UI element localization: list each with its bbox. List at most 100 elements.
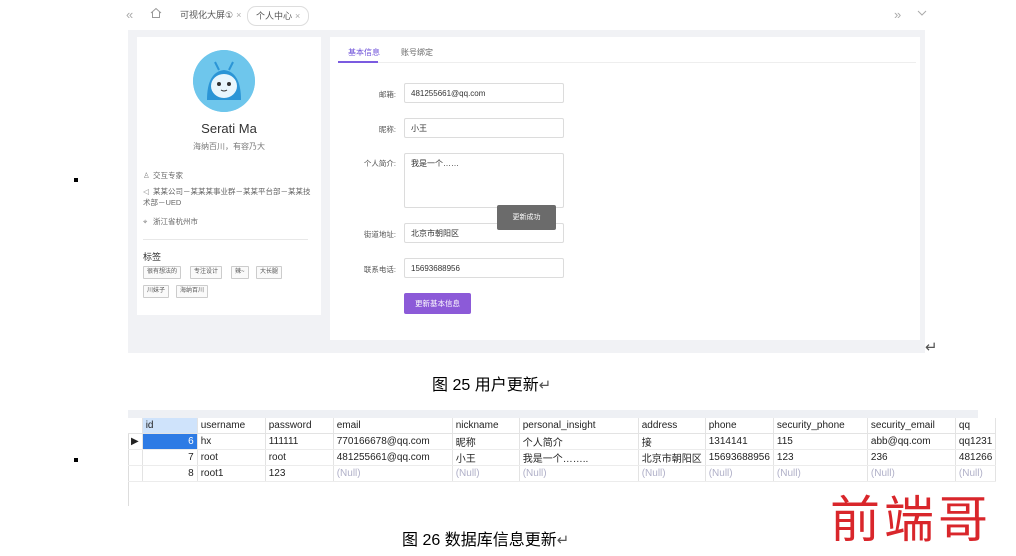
profile-motto: 海纳百川，有容乃大 <box>193 142 265 151</box>
bio-label: 个人简介: <box>363 159 396 168</box>
table-cell[interactable]: 770166678@qq.com <box>333 433 453 450</box>
tag: 海纳百川 <box>176 285 209 298</box>
table-row[interactable]: ▶ 6 hx 111111 770166678@qq.com 昵称 个人简介 接… <box>128 433 997 450</box>
address-label: 街道地址: <box>363 230 396 239</box>
table-cell[interactable]: 481266 <box>955 449 997 466</box>
table-cell[interactable]: (Null) <box>638 465 706 482</box>
table-cell[interactable]: (Null) <box>519 465 639 482</box>
table-cell[interactable]: 15693688956 <box>705 449 774 466</box>
divider <box>143 239 308 240</box>
table-cell[interactable]: (Null) <box>333 465 453 482</box>
phone-label: 联系电话: <box>363 265 396 274</box>
column-header[interactable]: address <box>638 418 706 434</box>
table-cell[interactable]: 1314141 <box>705 433 774 450</box>
tab-underline-base <box>338 62 916 63</box>
avatar <box>193 50 255 112</box>
table-row[interactable]: 7 root root 481255661@qq.com 小王 我是一个……..… <box>128 449 997 466</box>
info-group: ◁ 某某公司－某某某事业群－某某平台部－某某技术部－UED <box>143 186 313 208</box>
info-group-text: 某某公司－某某某事业群－某某平台部－某某技术部－UED <box>143 187 311 207</box>
table-cell[interactable]: 115 <box>773 433 868 450</box>
table-cell[interactable]: 7 <box>142 449 198 466</box>
table-cell[interactable]: 481255661@qq.com <box>333 449 453 466</box>
figure-caption-text: 图 25 用户更新 <box>432 377 539 394</box>
column-header[interactable]: email <box>333 418 453 434</box>
tag: 专注设计 <box>190 266 223 279</box>
close-icon[interactable]: × <box>236 10 241 20</box>
row-indicator <box>128 449 143 466</box>
tab-basic-info[interactable]: 基本信息 <box>348 47 380 58</box>
column-header[interactable]: password <box>265 418 334 434</box>
email-field[interactable]: 481255661@qq.com <box>404 83 564 103</box>
table-cell[interactable]: qq1231 <box>955 433 997 450</box>
close-icon[interactable]: × <box>295 11 300 21</box>
row-pointer-icon: ▶ <box>128 433 143 450</box>
bio-field[interactable]: 我是一个…… <box>404 153 564 208</box>
db-toolbar <box>128 410 978 418</box>
table-cell[interactable]: 8 <box>142 465 198 482</box>
tab-label: 个人中心 <box>256 11 293 21</box>
nickname-field[interactable]: 小王 <box>404 118 564 138</box>
info-title-text: 交互专家 <box>153 171 183 180</box>
table-cell[interactable]: 123 <box>265 465 334 482</box>
tab-dashboard[interactable]: 可视化大屏① × <box>172 6 249 24</box>
table-cell[interactable]: 6 <box>142 433 198 450</box>
table-cell[interactable]: 接 <box>638 433 706 450</box>
tab-label: 可视化大屏① <box>180 10 234 20</box>
home-icon[interactable] <box>150 6 162 24</box>
column-header[interactable]: nickname <box>452 418 520 434</box>
column-header[interactable]: phone <box>705 418 774 434</box>
info-location: ⌖ 浙江省杭州市 <box>143 216 198 227</box>
tab-active-indicator <box>338 61 378 63</box>
info-title: ♙ 交互专家 <box>143 170 183 181</box>
double-left-icon[interactable]: « <box>126 7 133 22</box>
figure-caption: 图 26 数据库信息更新↵ <box>402 526 569 550</box>
table-cell[interactable]: 个人简介 <box>519 433 639 450</box>
table-cell[interactable]: 小王 <box>452 449 520 466</box>
bullet <box>74 178 78 182</box>
table-cell[interactable]: (Null) <box>705 465 774 482</box>
table-cell[interactable]: (Null) <box>452 465 520 482</box>
tab-personal-center[interactable]: 个人中心 × <box>247 6 310 26</box>
nickname-label: 昵称: <box>378 125 396 134</box>
column-header[interactable]: qq <box>955 418 997 434</box>
save-button[interactable]: 更新基本信息 <box>404 293 471 314</box>
row-indicator <box>128 465 143 482</box>
info-location-text: 浙江省杭州市 <box>153 217 198 226</box>
watermark: 前端哥 <box>830 492 992 548</box>
return-mark-icon: ↵ <box>925 339 938 356</box>
email-label: 邮箱: <box>378 90 396 99</box>
tag: 辣~ <box>231 266 249 279</box>
table-cell[interactable]: abb@qq.com <box>867 433 956 450</box>
table-cell[interactable]: root <box>265 449 334 466</box>
table-cell[interactable]: root <box>197 449 266 466</box>
column-header[interactable]: security_phone <box>773 418 868 434</box>
phone-field[interactable]: 15693688956 <box>404 258 564 278</box>
success-toast: 更新成功 <box>497 205 556 230</box>
row-indicator-header <box>128 418 143 434</box>
location-icon: ⌖ <box>143 217 148 226</box>
tag: 川妹子 <box>143 285 170 298</box>
table-cell[interactable]: 我是一个…….. <box>519 449 639 466</box>
double-right-icon[interactable]: » <box>894 7 901 22</box>
tag: 大长腿 <box>256 266 283 279</box>
figure-caption-text: 图 26 数据库信息更新 <box>402 532 557 549</box>
column-header[interactable]: username <box>197 418 266 434</box>
table-header-row: id username password email nickname pers… <box>128 418 997 434</box>
cluster-icon: ◁ <box>143 187 149 196</box>
chevron-down-icon[interactable] <box>916 6 928 24</box>
table-cell[interactable]: 北京市朝阳区 <box>638 449 706 466</box>
tags-title: 标签 <box>143 252 162 262</box>
table-cell[interactable]: root1 <box>197 465 266 482</box>
tab-account-binding[interactable]: 账号绑定 <box>401 47 433 58</box>
table-cell[interactable]: 111111 <box>265 433 334 450</box>
table-cell[interactable]: 昵称 <box>452 433 520 450</box>
table-cell[interactable]: hx <box>197 433 266 450</box>
profile-name: Serati Ma <box>201 121 257 136</box>
column-header[interactable]: security_email <box>867 418 956 434</box>
table-cell[interactable]: 236 <box>867 449 956 466</box>
table-cell[interactable]: 123 <box>773 449 868 466</box>
db-table: id username password email nickname pers… <box>128 418 997 482</box>
column-header[interactable]: id <box>142 418 198 434</box>
tag: 很有想法的 <box>143 266 182 279</box>
column-header[interactable]: personal_insight <box>519 418 639 434</box>
